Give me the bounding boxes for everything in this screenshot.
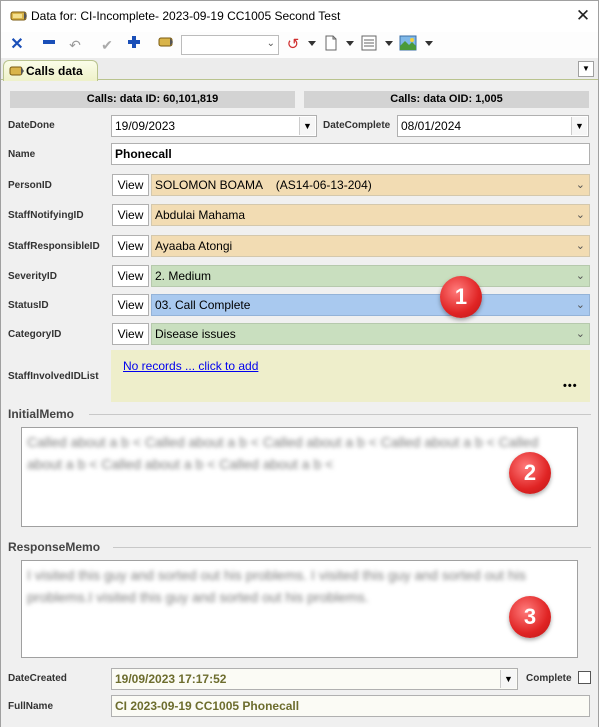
- response-memo-title: ResponseMemo: [8, 540, 101, 554]
- date-created-label: DateCreated: [8, 673, 67, 684]
- date-complete-value: 08/01/2024: [401, 119, 462, 133]
- staff-involved-panel: No records ... click to add •••: [111, 350, 590, 402]
- report-icon[interactable]: [321, 35, 341, 55]
- toolbar-combo[interactable]: ⌄: [181, 35, 279, 55]
- divider: [113, 547, 591, 548]
- fullname-field: CI 2023-09-19 CC1005 Phonecall: [111, 695, 590, 717]
- window-title: Data for: CI-Incomplete- 2023-09-19 CC10…: [31, 9, 341, 23]
- staff-responsible-combo[interactable]: Ayaaba Atongi ⌄: [151, 235, 590, 257]
- complete-label: Complete: [526, 673, 572, 684]
- date-complete-label: DateComplete: [323, 120, 391, 131]
- annotation-badge-3: 3: [509, 596, 551, 638]
- map-icon[interactable]: [398, 35, 418, 55]
- staff-notifying-value: Abdulai Mahama: [155, 208, 246, 222]
- chevron-down-icon: ⌄: [266, 38, 275, 49]
- annotation-badge-1: 1: [440, 276, 482, 318]
- person-view-button[interactable]: View: [112, 174, 149, 196]
- chevron-down-icon[interactable]: ▼: [500, 670, 516, 688]
- initial-memo-textarea[interactable]: Called about a b < Called about a b < Ca…: [21, 427, 578, 527]
- category-value: Disease issues: [155, 327, 236, 341]
- layout-icon[interactable]: [359, 35, 379, 55]
- chevron-down-icon[interactable]: ▼: [299, 117, 315, 135]
- staff-responsible-label: StaffResponsibleID: [8, 241, 100, 252]
- chevron-down-icon: ⌄: [575, 328, 585, 340]
- add-icon[interactable]: [124, 35, 144, 55]
- tab-strip: Calls data ▼: [1, 58, 598, 81]
- response-memo-textarea[interactable]: I visited this guy and sorted out his pr…: [21, 560, 578, 658]
- edit-icon[interactable]: [156, 35, 176, 55]
- tab-pencil-icon: [9, 66, 24, 76]
- chevron-down-icon: ⌄: [575, 209, 585, 221]
- cancel-icon[interactable]: ✕: [7, 35, 27, 55]
- annotation-badge-2: 2: [509, 452, 551, 494]
- person-combo[interactable]: SOLOMON BOAMA (AS14-06-13-204) ⌄: [151, 174, 590, 196]
- staff-responsible-value: Ayaaba Atongi: [155, 239, 233, 253]
- map-dropdown-icon[interactable]: [425, 41, 433, 46]
- person-value: SOLOMON BOAMA (AS14-06-13-204): [155, 178, 372, 192]
- more-icon[interactable]: •••: [563, 380, 578, 392]
- chevron-down-icon: ⌄: [575, 240, 585, 252]
- undo-history-dropdown-icon[interactable]: [308, 41, 316, 46]
- category-combo[interactable]: Disease issues ⌄: [151, 323, 590, 345]
- staff-notifying-combo[interactable]: Abdulai Mahama ⌄: [151, 204, 590, 226]
- severity-label: SeverityID: [8, 271, 57, 282]
- toolbar: ✕ ↶ ✔ ⌄ ↺: [1, 32, 598, 58]
- data-oid-header: Calls: data OID: 1,005: [304, 91, 589, 108]
- status-label: StatusID: [8, 300, 49, 311]
- close-icon[interactable]: ✕: [572, 5, 594, 27]
- status-value: 03. Call Complete: [155, 298, 251, 312]
- chevron-down-icon: ⌄: [575, 299, 585, 311]
- date-created-value: 19/09/2023 17:17:52: [115, 672, 227, 686]
- date-done-value: 19/09/2023: [115, 119, 176, 133]
- date-complete-field[interactable]: 08/01/2024 ▼: [397, 115, 589, 137]
- tab-menu-dropdown[interactable]: ▼: [578, 61, 594, 77]
- app-pencil-icon: [10, 11, 27, 21]
- report-dropdown-icon[interactable]: [346, 41, 354, 46]
- status-view-button[interactable]: View: [112, 294, 149, 316]
- person-id-label: PersonID: [8, 180, 52, 191]
- status-combo[interactable]: 03. Call Complete ⌄: [151, 294, 590, 316]
- staff-responsible-view-button[interactable]: View: [112, 235, 149, 257]
- fullname-label: FullName: [8, 701, 54, 712]
- layout-dropdown-icon[interactable]: [385, 41, 393, 46]
- tab-calls-data[interactable]: Calls data: [3, 60, 98, 81]
- severity-value: 2. Medium: [155, 269, 212, 283]
- undo-history-icon[interactable]: ↺: [283, 35, 303, 55]
- staff-notifying-label: StaffNotifyingID: [8, 210, 84, 221]
- accept-icon[interactable]: ✔: [97, 35, 117, 55]
- category-view-button[interactable]: View: [112, 323, 149, 345]
- chevron-down-icon[interactable]: ▼: [571, 117, 587, 135]
- tab-label: Calls data: [26, 64, 83, 78]
- category-label: CategoryID: [8, 329, 62, 340]
- title-bar: Data for: CI-Incomplete- 2023-09-19 CC10…: [1, 1, 598, 32]
- severity-combo[interactable]: 2. Medium ⌄: [151, 265, 590, 287]
- date-created-field: 19/09/2023 17:17:52 ▼: [111, 668, 518, 690]
- name-field[interactable]: Phonecall: [111, 143, 590, 165]
- chevron-down-icon: ⌄: [575, 270, 585, 282]
- chevron-down-icon: ⌄: [575, 179, 585, 191]
- staff-notifying-view-button[interactable]: View: [112, 204, 149, 226]
- complete-checkbox[interactable]: [578, 671, 591, 684]
- date-done-label: DateDone: [8, 120, 55, 131]
- undo-icon[interactable]: ↶: [65, 35, 85, 55]
- initial-memo-title: InitialMemo: [8, 407, 75, 421]
- severity-view-button[interactable]: View: [112, 265, 149, 287]
- data-id-header: Calls: data ID: 60,101,819: [10, 91, 295, 108]
- date-done-field[interactable]: 19/09/2023 ▼: [111, 115, 317, 137]
- add-involved-link[interactable]: No records ... click to add: [123, 359, 258, 373]
- divider: [89, 414, 591, 415]
- staff-involved-label: StaffInvolvedIDList: [8, 371, 99, 382]
- delete-icon[interactable]: [39, 35, 59, 55]
- name-label: Name: [8, 149, 36, 160]
